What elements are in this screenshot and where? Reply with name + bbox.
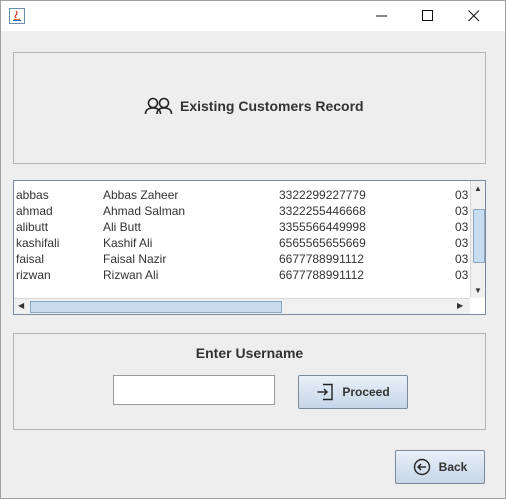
table-cell: 03 [455,268,469,282]
customers-table[interactable]: abbas Abbas Zaheer 3322299227779 03 ahmad Ahm… [13,180,486,315]
users-icon [144,97,173,115]
scroll-up-icon[interactable]: ▲ [474,184,482,193]
table-cell: Abbas Zaheer [103,188,179,202]
table-cell: Rizwan Ali [103,268,159,282]
table-row[interactable]: alibutt Ali Butt 3355566449998 03 [14,219,469,235]
back-button-label: Back [438,460,468,474]
maximize-button[interactable] [405,1,451,31]
table-row[interactable]: kashifali Kashif Ali 6565565655669 03 [14,235,469,251]
table-cell: 6677788991112 [279,268,364,282]
table-cell: kashifali [16,236,60,250]
back-arrow-icon [413,458,430,476]
table-cell: rizwan [16,268,51,282]
table-cell: 03 [455,220,469,234]
back-button[interactable]: Back [395,450,485,484]
close-icon [468,10,480,22]
minimize-button[interactable] [359,1,405,31]
title-bar [1,1,505,31]
table-cell: 03 [455,236,469,250]
table-row[interactable]: faisal Faisal Nazir 6677788991112 03 [14,251,469,267]
username-label: Enter Username [195,345,304,361]
minimize-icon [376,15,387,17]
table-cell: 3322299227779 [279,188,366,202]
table-cell: 6565565655669 [279,236,366,250]
table-cell: abbas [16,188,49,202]
table-body: abbas Abbas Zaheer 3322299227779 03 ahmad Ahm… [14,187,469,299]
horizontal-scroll-thumb[interactable] [30,301,282,313]
proceed-icon [317,383,334,401]
vertical-scrollbar[interactable]: ▲ ▼ [470,181,485,298]
table-cell: faisal [16,252,45,266]
table-cell: 6677788991112 [279,252,364,266]
table-cell: 03 [455,252,469,266]
table-cell: Ahmad Salman [103,204,186,218]
table-row[interactable]: ahmad Ahmad Salman 3322255446668 03 [14,203,469,219]
table-cell: 3355566449998 [279,220,366,234]
username-input[interactable] [113,375,275,405]
page-title: Existing Customers Record [144,95,364,117]
maximize-icon [422,10,433,21]
header-panel: Existing Customers Record [13,52,486,164]
scroll-left-icon[interactable]: ◀ [18,301,24,310]
table-cell: Kashif Ali [103,236,153,250]
table-row[interactable]: rizwan Rizwan Ali 6677788991112 03 [14,267,469,283]
scroll-down-icon[interactable]: ▼ [474,286,482,295]
application-window: Existing Customers Record abbas Abbas Zah… [0,0,506,499]
close-button[interactable] [451,1,497,31]
horizontal-scrollbar[interactable]: ◀ ▶ [14,298,470,314]
table-cell: 3322255446668 [279,204,366,218]
table-cell: Ali Butt [103,220,142,234]
scroll-right-icon[interactable]: ▶ [457,301,463,310]
page-title-text: Existing Customers Record [180,98,364,114]
vertical-scroll-thumb[interactable] [473,209,485,263]
table-cell: Faisal Nazir [103,252,167,266]
java-app-icon [9,8,25,24]
table-cell: alibutt [16,220,49,234]
username-panel: Enter Username Proceed [13,333,486,430]
proceed-button-label: Proceed [342,385,390,399]
table-cell: 03 [455,188,469,202]
proceed-button[interactable]: Proceed [298,375,408,409]
table-cell: 03 [455,204,469,218]
table-row[interactable]: abbas Abbas Zaheer 3322299227779 03 [14,187,469,203]
table-cell: ahmad [16,204,53,218]
